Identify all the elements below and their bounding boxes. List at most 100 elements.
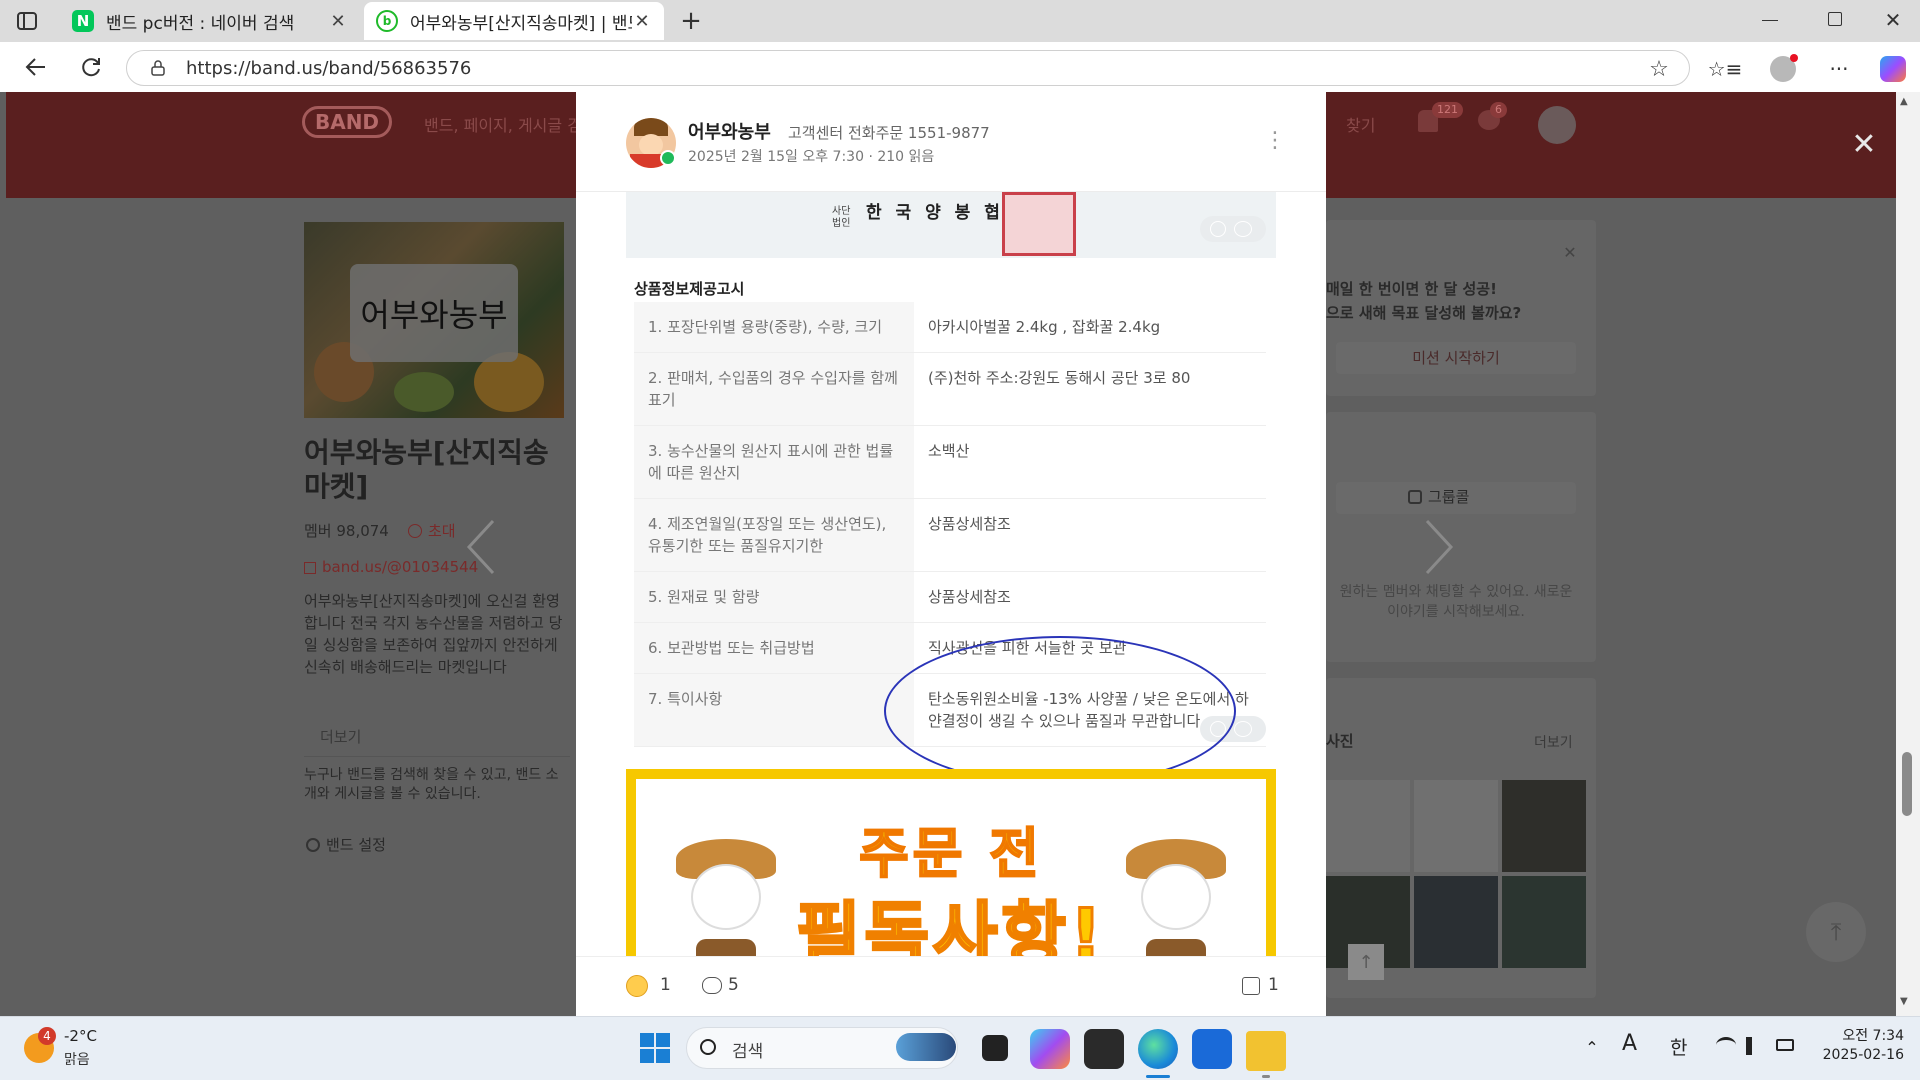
- page-scrollbar[interactable]: ▲ ▼: [1896, 92, 1920, 1016]
- refresh-icon[interactable]: [76, 52, 106, 82]
- photo-thumb[interactable]: [1414, 876, 1498, 968]
- band-link[interactable]: band.us/@01034544: [322, 556, 482, 578]
- scroll-to-top-icon[interactable]: ⤒: [1806, 902, 1866, 962]
- font-indicator[interactable]: A: [1622, 1031, 1637, 1056]
- author-subtitle: 고객센터 전화주문 1551-9877: [788, 124, 990, 142]
- clock-time[interactable]: 오전 7:34: [1820, 1025, 1904, 1045]
- certificate-image[interactable]: 사단 법인 한 국 양 봉 협 회: [626, 192, 1276, 258]
- post-menu-icon[interactable]: ⋮: [1264, 128, 1286, 153]
- find-link[interactable]: 찾기: [1346, 112, 1375, 136]
- temperature: -2°C: [64, 1027, 97, 1045]
- photo-thumb[interactable]: [1502, 876, 1586, 968]
- photo-thumb[interactable]: [1502, 780, 1586, 872]
- post-meta: 2025년 2월 15일 오후 7:30 · 210 읽음: [688, 149, 935, 165]
- close-tab-icon[interactable]: ✕: [632, 11, 652, 32]
- scrollbar-thumb[interactable]: [1902, 752, 1912, 816]
- close-card-icon[interactable]: ✕: [1560, 242, 1580, 262]
- file-explorer-icon[interactable]: [1246, 1031, 1286, 1071]
- info-value: 상품상세참조: [914, 498, 1266, 572]
- reaction-button[interactable]: [1200, 216, 1266, 242]
- scroll-down-arrow-icon[interactable]: ▼: [1900, 996, 1908, 1007]
- naver-favicon-icon: N: [72, 10, 94, 32]
- author-name[interactable]: 어부와농부: [688, 118, 771, 144]
- taskbar: 4 -2°C 맑음 검색 ⌃ A 한 오전 7:34 2025-02-16: [0, 1016, 1920, 1080]
- scroll-up-arrow-icon[interactable]: ▲: [1900, 96, 1908, 107]
- file-app-icon[interactable]: [1084, 1029, 1124, 1069]
- comment-count[interactable]: 5: [728, 975, 739, 995]
- running-app-indicator: [1262, 1075, 1270, 1078]
- sidebar-toggle-icon[interactable]: [14, 8, 40, 34]
- photo-thumb[interactable]: [1326, 780, 1410, 872]
- copilot-icon[interactable]: [1880, 56, 1906, 82]
- post-footer: 1 5 1: [576, 956, 1326, 1016]
- info-key: 1. 포장단위별 용량(중량), 수량, 크기: [634, 302, 914, 353]
- link-icon: [304, 562, 316, 574]
- favorites-list-icon[interactable]: ☆≡: [1708, 56, 1743, 82]
- mission-start-button[interactable]: 미션 시작하기: [1336, 342, 1576, 374]
- back-icon[interactable]: [20, 52, 50, 82]
- comment-icon[interactable]: [702, 977, 722, 994]
- info-key: 3. 농수산물의 원산지 표시에 관한 법률에 따른 원산지: [634, 425, 914, 499]
- photos-more-link[interactable]: 더보기: [1534, 732, 1573, 754]
- favorite-star-icon[interactable]: ☆: [1646, 56, 1672, 82]
- info-value: 상품상세참조: [914, 571, 1266, 623]
- tab-naver-search[interactable]: N 밴드 pc버전 : 네이버 검색 ✕: [60, 2, 360, 40]
- share-count[interactable]: 1: [1268, 975, 1279, 995]
- prev-post-arrow-icon[interactable]: [460, 502, 500, 592]
- band-search-input[interactable]: 밴드, 페이지, 게시글 검: [424, 112, 582, 136]
- new-tab-icon[interactable]: +: [676, 6, 706, 36]
- weather-badge: 4: [38, 1027, 56, 1045]
- volume-icon[interactable]: [1746, 1037, 1764, 1055]
- tray-overflow-icon[interactable]: ⌃: [1580, 1035, 1604, 1059]
- next-post-arrow-icon[interactable]: [1420, 502, 1460, 592]
- info-key: 4. 제조연월일(포장일 또는 생산연도), 유통기한 또는 품질유지기한: [634, 498, 914, 572]
- share-icon[interactable]: [1242, 977, 1260, 995]
- band-logo[interactable]: BAND: [302, 106, 392, 138]
- active-app-indicator: [1146, 1075, 1170, 1078]
- section-title: 상품정보제공고시: [634, 280, 745, 298]
- tab-band[interactable]: b 어부와농부[산지직송마켓] | 밴드 ✕: [364, 2, 664, 40]
- info-key: 6. 보관방법 또는 취급방법: [634, 622, 914, 674]
- member-count[interactable]: 멤버 98,074: [304, 520, 389, 542]
- minimize-icon[interactable]: [1762, 20, 1778, 21]
- band-settings-link[interactable]: 밴드 설정: [326, 834, 386, 856]
- edge-browser-icon[interactable]: [1138, 1029, 1178, 1069]
- lock-icon[interactable]: [148, 58, 168, 78]
- close-tab-icon[interactable]: ✕: [328, 11, 348, 32]
- settings-gear-icon: [306, 838, 320, 852]
- photo-thumb[interactable]: [1414, 780, 1498, 872]
- photo-grid: [1326, 780, 1586, 968]
- copilot-app-icon[interactable]: [1030, 1029, 1070, 1069]
- store-app-icon[interactable]: [1192, 1029, 1232, 1069]
- info-value: (주)천하 주소:강원도 동해시 공단 3로 80: [914, 352, 1266, 426]
- chat-count-badge: 6: [1490, 102, 1507, 118]
- band-description: 어부와농부[산지직송마켓]에 오신걸 환영합니다 전국 각지 농수산물을 저렴하…: [304, 592, 563, 676]
- photo-scroll-up-icon[interactable]: ↑: [1348, 944, 1384, 980]
- wifi-icon[interactable]: [1716, 1037, 1736, 1053]
- info-row: 4. 제조연월일(포장일 또는 생산연도), 유통기한 또는 품질유지기한 상품상…: [634, 498, 1266, 572]
- info-row: 5. 원재료 및 함량 상품상세참조: [634, 571, 1266, 623]
- task-view-icon[interactable]: [982, 1035, 1008, 1061]
- info-key: 7. 특이사항: [634, 673, 914, 747]
- invite-link[interactable]: 초대: [428, 520, 456, 542]
- user-avatar[interactable]: [1538, 106, 1576, 144]
- info-value: 아카시아벌꿀 2.4kg , 잡화꿀 2.4kg: [914, 302, 1266, 353]
- battery-icon[interactable]: [1776, 1039, 1794, 1051]
- more-menu-icon[interactable]: ···: [1824, 56, 1854, 82]
- more-link[interactable]: 더보기: [320, 726, 361, 748]
- restore-icon[interactable]: [1828, 12, 1842, 26]
- group-call-card: [1326, 412, 1596, 662]
- start-button[interactable]: [640, 1033, 670, 1063]
- search-icon: [700, 1039, 716, 1055]
- close-window-icon[interactable]: ✕: [1880, 6, 1906, 34]
- profile-badge: [1790, 54, 1798, 62]
- clock-date[interactable]: 2025-02-16: [1820, 1047, 1904, 1063]
- info-row: 1. 포장단위별 용량(중량), 수량, 크기 아카시아벌꿀 2.4kg , 잡화…: [634, 302, 1266, 353]
- reaction-count[interactable]: 1: [660, 975, 671, 995]
- close-viewer-icon[interactable]: ✕: [1848, 127, 1880, 162]
- certificate-small-text: 사단 법인: [832, 206, 851, 229]
- emoji-reaction-icon[interactable]: [626, 975, 648, 997]
- ime-indicator[interactable]: 한: [1670, 1033, 1687, 1060]
- post-viewer: 사단 법인 한 국 양 봉 협 회 어부와농부 고객센터 전화주문 1551-9…: [576, 92, 1326, 1016]
- info-key: 2. 판매처, 수입품의 경우 수입자를 함께 표기: [634, 352, 914, 426]
